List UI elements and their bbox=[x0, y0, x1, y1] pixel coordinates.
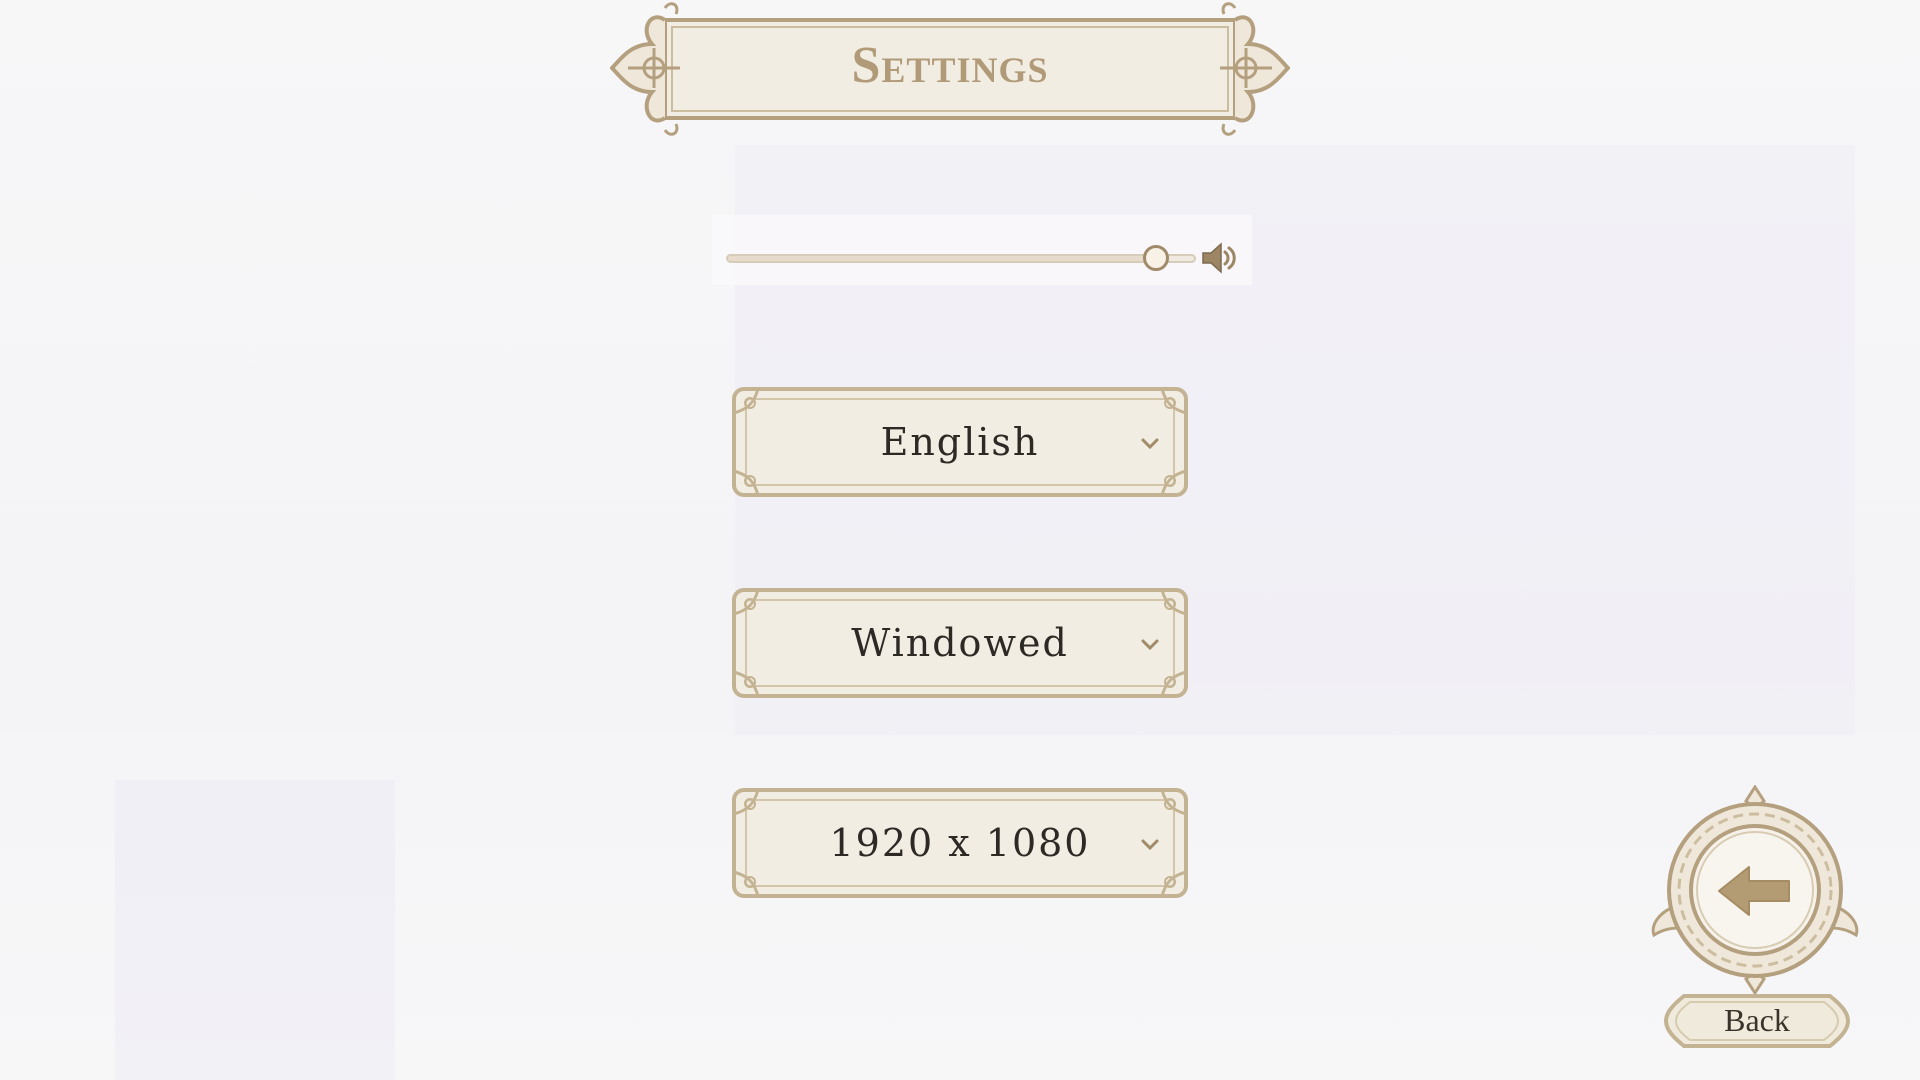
back-label-button[interactable]: Back bbox=[1664, 990, 1850, 1052]
language-value: English bbox=[880, 420, 1040, 464]
speaker-icon[interactable] bbox=[1199, 241, 1239, 275]
language-dropdown[interactable]: English bbox=[728, 383, 1192, 501]
background-panel-left bbox=[115, 780, 395, 1080]
volume-slider-track[interactable] bbox=[726, 254, 1196, 263]
page-title: Settings bbox=[851, 37, 1049, 94]
volume-slider-thumb[interactable] bbox=[1143, 245, 1170, 271]
title-banner: Settings bbox=[610, 0, 1290, 138]
chevron-down-icon bbox=[1141, 438, 1159, 450]
settings-screen: Settings English Windowed 1920 x 1080 Ba… bbox=[0, 0, 1920, 1080]
back-arrow-icon bbox=[1718, 866, 1790, 916]
resolution-dropdown[interactable]: 1920 x 1080 bbox=[728, 784, 1192, 902]
resolution-value: 1920 x 1080 bbox=[829, 821, 1091, 865]
volume-control bbox=[712, 215, 1252, 285]
volume-slider-fill bbox=[728, 256, 1155, 261]
chevron-down-icon bbox=[1141, 839, 1159, 851]
display-mode-dropdown[interactable]: Windowed bbox=[728, 584, 1192, 702]
chevron-down-icon bbox=[1141, 639, 1159, 651]
back-button[interactable] bbox=[1650, 784, 1860, 996]
display-mode-value: Windowed bbox=[851, 621, 1069, 665]
back-label: Back bbox=[1724, 1002, 1790, 1038]
